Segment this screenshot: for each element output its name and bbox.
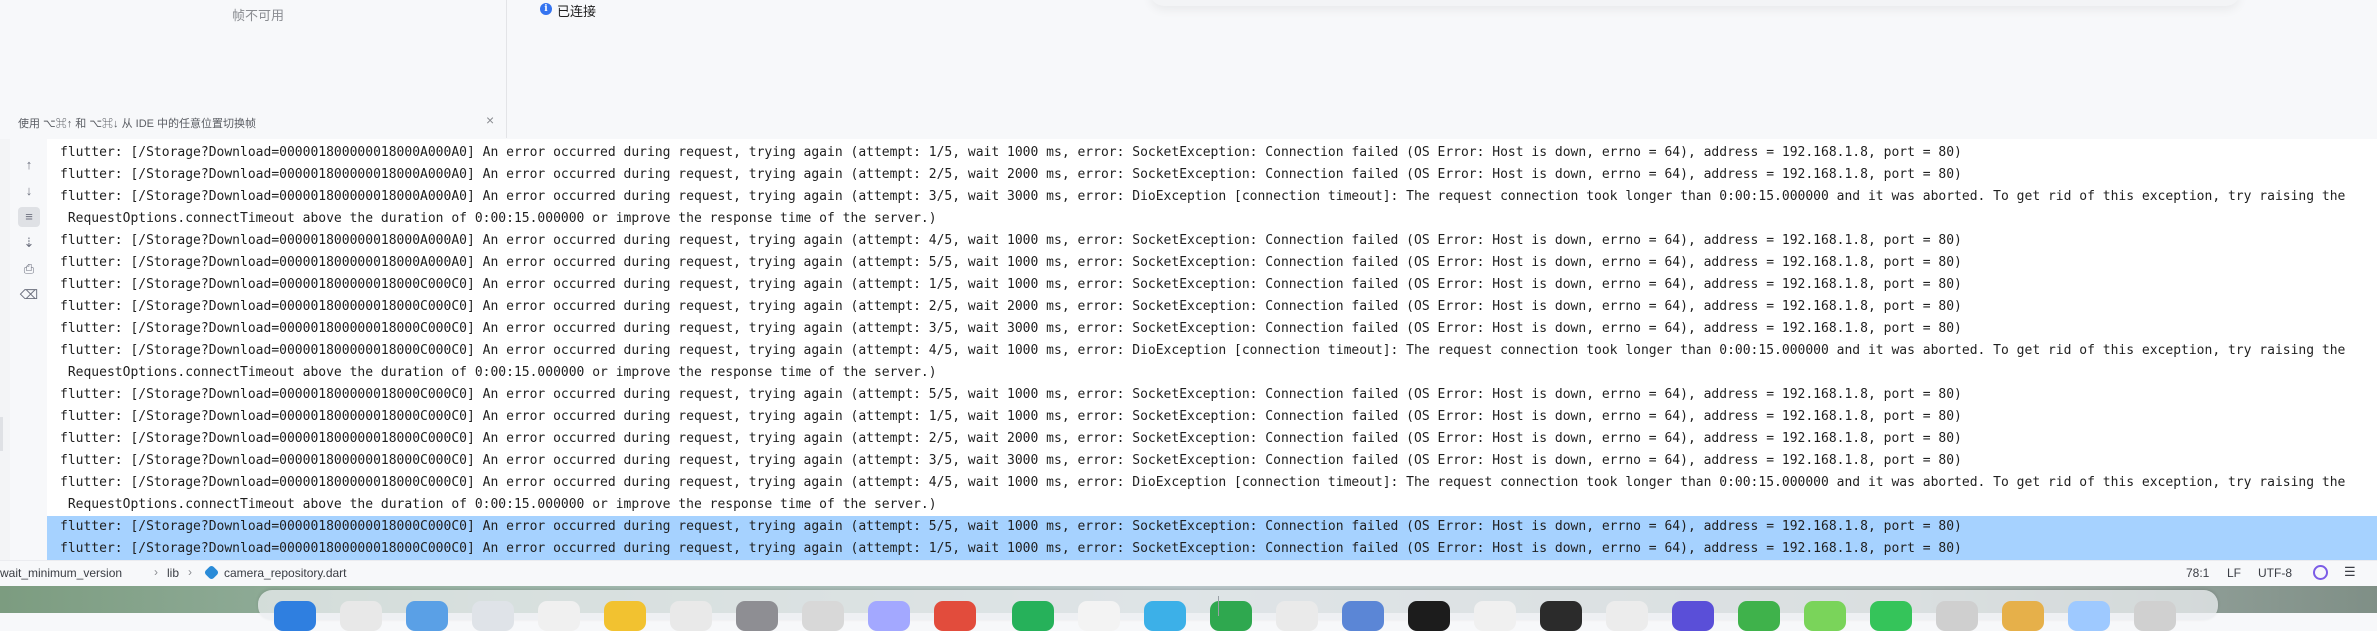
- menu-icon[interactable]: ☰: [2344, 564, 2356, 580]
- dock-app-icon[interactable]: [670, 601, 712, 631]
- breadcrumb-folder[interactable]: lib: [167, 566, 179, 580]
- dock-app-icon[interactable]: [1870, 601, 1912, 631]
- dock-app-icon[interactable]: [472, 601, 514, 631]
- close-icon[interactable]: ×: [486, 112, 494, 128]
- dock-app-icon[interactable]: [2002, 601, 2044, 631]
- status-bar: wait_minimum_version › lib › camera_repo…: [0, 560, 2377, 586]
- dock-app-icon[interactable]: [1408, 601, 1450, 631]
- dock-app-icon[interactable]: [736, 601, 778, 631]
- breadcrumb-project[interactable]: wait_minimum_version: [0, 566, 122, 580]
- dock-app-icon[interactable]: [604, 601, 646, 631]
- log-line[interactable]: flutter: [/Storage?Download=000001800000…: [47, 230, 2377, 252]
- log-line[interactable]: flutter: [/Storage?Download=000001800000…: [47, 406, 2377, 428]
- log-line[interactable]: flutter: [/Storage?Download=000001800000…: [47, 472, 2377, 494]
- frame-switch-hint: 使用 ⌥⌘↑ 和 ⌥⌘↓ 从 IDE 中的任意位置切换帧: [18, 118, 257, 130]
- debug-top-area: 帧不可用 使用 ⌥⌘↑ 和 ⌥⌘↓ 从 IDE 中的任意位置切换帧 × i 已连…: [0, 0, 2377, 138]
- breadcrumb-separator: ›: [188, 565, 192, 579]
- dock-app-icon[interactable]: [1804, 601, 1846, 631]
- dock-app-icon[interactable]: [538, 601, 580, 631]
- dock-app-icon[interactable]: [1738, 601, 1780, 631]
- log-line[interactable]: RequestOptions.connectTimeout above the …: [47, 494, 2377, 516]
- dock-app-icon[interactable]: [340, 601, 382, 631]
- log-line[interactable]: flutter: [/Storage?Download=000001800000…: [47, 318, 2377, 340]
- log-line[interactable]: flutter: [/Storage?Download=000001800000…: [47, 450, 2377, 472]
- dock-app-icon[interactable]: [1012, 601, 1054, 631]
- dock-app-icon[interactable]: [274, 601, 316, 631]
- dock-divider: [1218, 596, 1219, 616]
- dock-app-icon[interactable]: [1540, 601, 1582, 631]
- scroll-up-icon[interactable]: ↑: [18, 155, 40, 175]
- console-toolbar: ↑ ↓ ≡ ⇣ ⎙ ⌫: [10, 139, 47, 560]
- log-line[interactable]: flutter: [/Storage?Download=000001800000…: [47, 252, 2377, 274]
- breadcrumb-separator: ›: [154, 565, 158, 579]
- dock-app-icon[interactable]: [1936, 601, 1978, 631]
- console-output[interactable]: flutter: [/Storage?Download=000001800000…: [47, 139, 2377, 560]
- dock-app-icon[interactable]: [1210, 601, 1252, 631]
- dock-app-icon[interactable]: [1144, 601, 1186, 631]
- ai-assistant-icon[interactable]: [2313, 565, 2328, 580]
- trash-icon[interactable]: ⌫: [18, 285, 40, 305]
- frame-unavailable-text: 帧不可用: [231, 8, 284, 23]
- dock-app-icon[interactable]: [1276, 601, 1318, 631]
- dart-file-icon: [203, 564, 220, 581]
- tool-window-edge: [0, 139, 10, 560]
- dock-app-icon[interactable]: [1474, 601, 1516, 631]
- file-encoding[interactable]: UTF-8: [2258, 566, 2292, 580]
- scroll-to-end-icon[interactable]: ⇣: [18, 233, 40, 253]
- dock-app-icon[interactable]: [1606, 601, 1648, 631]
- log-line[interactable]: flutter: [/Storage?Download=000001800000…: [47, 428, 2377, 450]
- dock: [258, 590, 2218, 631]
- tool-window-edge-handle[interactable]: [0, 417, 3, 451]
- log-line-selected[interactable]: flutter: [/Storage?Download=000001800000…: [47, 516, 2377, 538]
- info-icon: i: [540, 3, 552, 15]
- log-line[interactable]: flutter: [/Storage?Download=000001800000…: [47, 186, 2377, 208]
- dock-app-icon[interactable]: [802, 601, 844, 631]
- log-line[interactable]: flutter: [/Storage?Download=000001800000…: [47, 340, 2377, 362]
- log-line[interactable]: flutter: [/Storage?Download=000001800000…: [47, 164, 2377, 186]
- log-line-selected[interactable]: flutter: [/Storage?Download=000001800000…: [47, 538, 2377, 560]
- dock-app-icon[interactable]: [934, 601, 976, 631]
- dock-app-icon[interactable]: [2068, 601, 2110, 631]
- log-line[interactable]: flutter: [/Storage?Download=000001800000…: [47, 384, 2377, 406]
- log-line[interactable]: flutter: [/Storage?Download=000001800000…: [47, 296, 2377, 318]
- log-line[interactable]: RequestOptions.connectTimeout above the …: [47, 208, 2377, 230]
- cursor-position[interactable]: 78:1: [2186, 566, 2209, 580]
- dock-app-icon[interactable]: [1672, 601, 1714, 631]
- dock-app-icon[interactable]: [1342, 601, 1384, 631]
- connection-status-label: 已连接: [557, 4, 597, 19]
- log-line[interactable]: RequestOptions.connectTimeout above the …: [47, 362, 2377, 384]
- soft-wrap-icon[interactable]: ≡: [18, 207, 40, 227]
- log-line[interactable]: flutter: [/Storage?Download=000001800000…: [47, 274, 2377, 296]
- frames-panel: 帧不可用 使用 ⌥⌘↑ 和 ⌥⌘↓ 从 IDE 中的任意位置切换帧 ×: [10, 0, 507, 138]
- line-separator[interactable]: LF: [2227, 566, 2241, 580]
- dock-app-icon[interactable]: [406, 601, 448, 631]
- scroll-down-icon[interactable]: ↓: [18, 181, 40, 201]
- print-icon[interactable]: ⎙: [18, 259, 40, 279]
- log-line[interactable]: flutter: [/Storage?Download=000001800000…: [47, 142, 2377, 164]
- dock-app-icon[interactable]: [1078, 601, 1120, 631]
- dock-app-icon[interactable]: [2134, 601, 2176, 631]
- dock-app-icon[interactable]: [868, 601, 910, 631]
- floating-popup-edge: [1150, 0, 2240, 6]
- log-lines: flutter: [/Storage?Download=000001800000…: [47, 142, 2377, 560]
- breadcrumb-file[interactable]: camera_repository.dart: [224, 566, 347, 580]
